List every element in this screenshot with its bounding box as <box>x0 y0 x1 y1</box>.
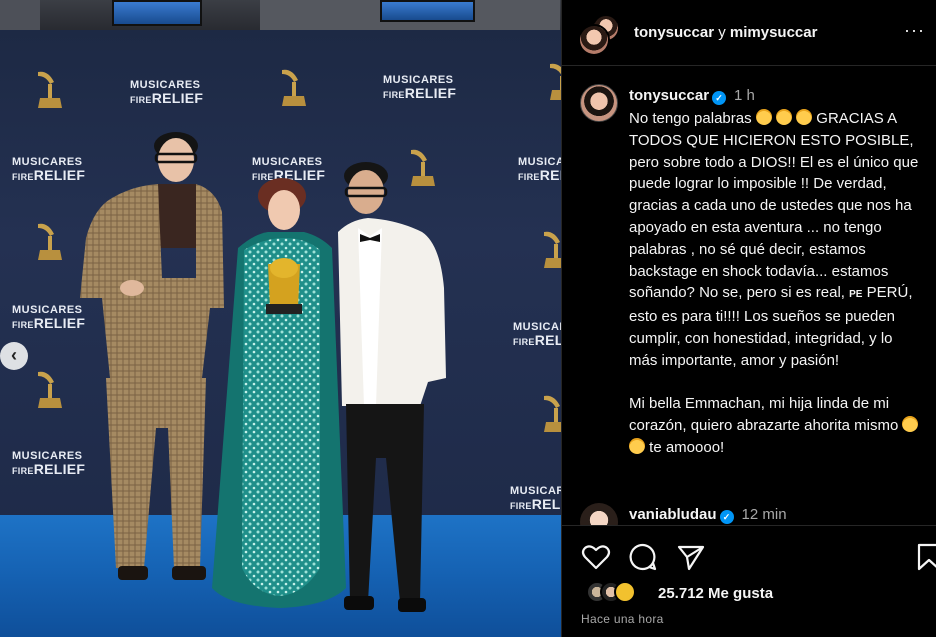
author-conjunction: y <box>718 24 726 41</box>
comment-username[interactable]: vaniabludau <box>629 506 717 523</box>
musicares-logo: MUSICARESFIRERELIEF <box>513 321 561 348</box>
pleading-emoji-icon <box>629 437 645 454</box>
comment-time[interactable]: 12 min <box>742 506 787 523</box>
author-link[interactable]: tonysuccar <box>634 24 714 41</box>
comment-item: vaniabludau ✓ 12 min <box>580 502 920 527</box>
peru-flag-icon: PE <box>849 289 863 301</box>
caption-header: tonysuccar ✓ 1 h <box>629 87 755 105</box>
ceiling <box>0 0 561 34</box>
musicares-logo: MUSICARESFIRERELIEF <box>130 79 204 106</box>
caption-text: No tengo palabras GRACIAS A TODOS QUE HI… <box>629 109 923 456</box>
post-timestamp[interactable]: Hace una hora <box>581 612 664 626</box>
gramophone-icon <box>550 63 561 100</box>
caption-username[interactable]: tonysuccar <box>629 87 709 104</box>
avatar[interactable] <box>580 503 618 527</box>
post-photo[interactable]: MUSICARES FIRERELIEF MUSICARES FIRERELIEF … <box>0 0 561 637</box>
author-link[interactable]: mimysuccar <box>730 24 818 41</box>
man-in-white-jacket <box>338 162 446 612</box>
musicares-logo: MUSICARESFIRERELIEF <box>510 485 561 512</box>
post-header: tonysuccar y mimysuccar ··· <box>562 0 936 66</box>
ceiling-screen <box>380 0 475 22</box>
avatar[interactable] <box>578 24 610 56</box>
likes-count[interactable]: 25.712 Me gusta <box>658 585 773 602</box>
crying-emoji-icon <box>775 109 792 125</box>
previous-image-button[interactable]: ‹ <box>0 342 28 370</box>
gramophone-icon <box>544 395 561 432</box>
avatar <box>614 581 636 603</box>
comment-header: vaniabludau ✓ 12 min <box>629 506 787 524</box>
action-bar: 25.712 Me gusta Hace una hora <box>562 525 936 637</box>
musicares-logo: MUSICARESFIRERELIEF <box>383 74 457 101</box>
heart-icon[interactable] <box>581 542 611 572</box>
ceiling-screen <box>112 0 202 26</box>
crying-emoji-icon <box>755 109 772 125</box>
verified-badge-icon: ✓ <box>712 91 727 105</box>
more-options-button[interactable]: ··· <box>904 20 925 41</box>
avatar[interactable] <box>580 84 618 122</box>
pleading-emoji-icon <box>902 416 919 433</box>
gramophone-icon <box>282 69 306 106</box>
collab-avatars[interactable] <box>578 14 620 56</box>
comments-section[interactable]: tonysuccar ✓ 1 h No tengo palabras GRACIAS… <box>562 67 936 527</box>
gramophone-icon <box>544 231 561 268</box>
post-sidebar: tonysuccar y mimysuccar ··· tonysuccar ✓ 1… <box>561 0 936 637</box>
comment-icon[interactable] <box>628 542 658 572</box>
post-authors: tonysuccar y mimysuccar <box>634 24 817 41</box>
caption-time[interactable]: 1 h <box>734 87 755 104</box>
share-icon[interactable] <box>676 542 706 572</box>
gramophone-icon <box>38 223 62 260</box>
bookmark-icon[interactable] <box>914 542 936 572</box>
gramophone-icon <box>38 371 62 408</box>
verified-badge-icon: ✓ <box>719 510 734 524</box>
man-in-plaid-suit <box>80 132 224 580</box>
gramophone-icon <box>38 71 62 108</box>
musicares-logo: MUSICARESFIRERELIEF <box>518 156 561 183</box>
crying-emoji-icon <box>796 109 813 125</box>
